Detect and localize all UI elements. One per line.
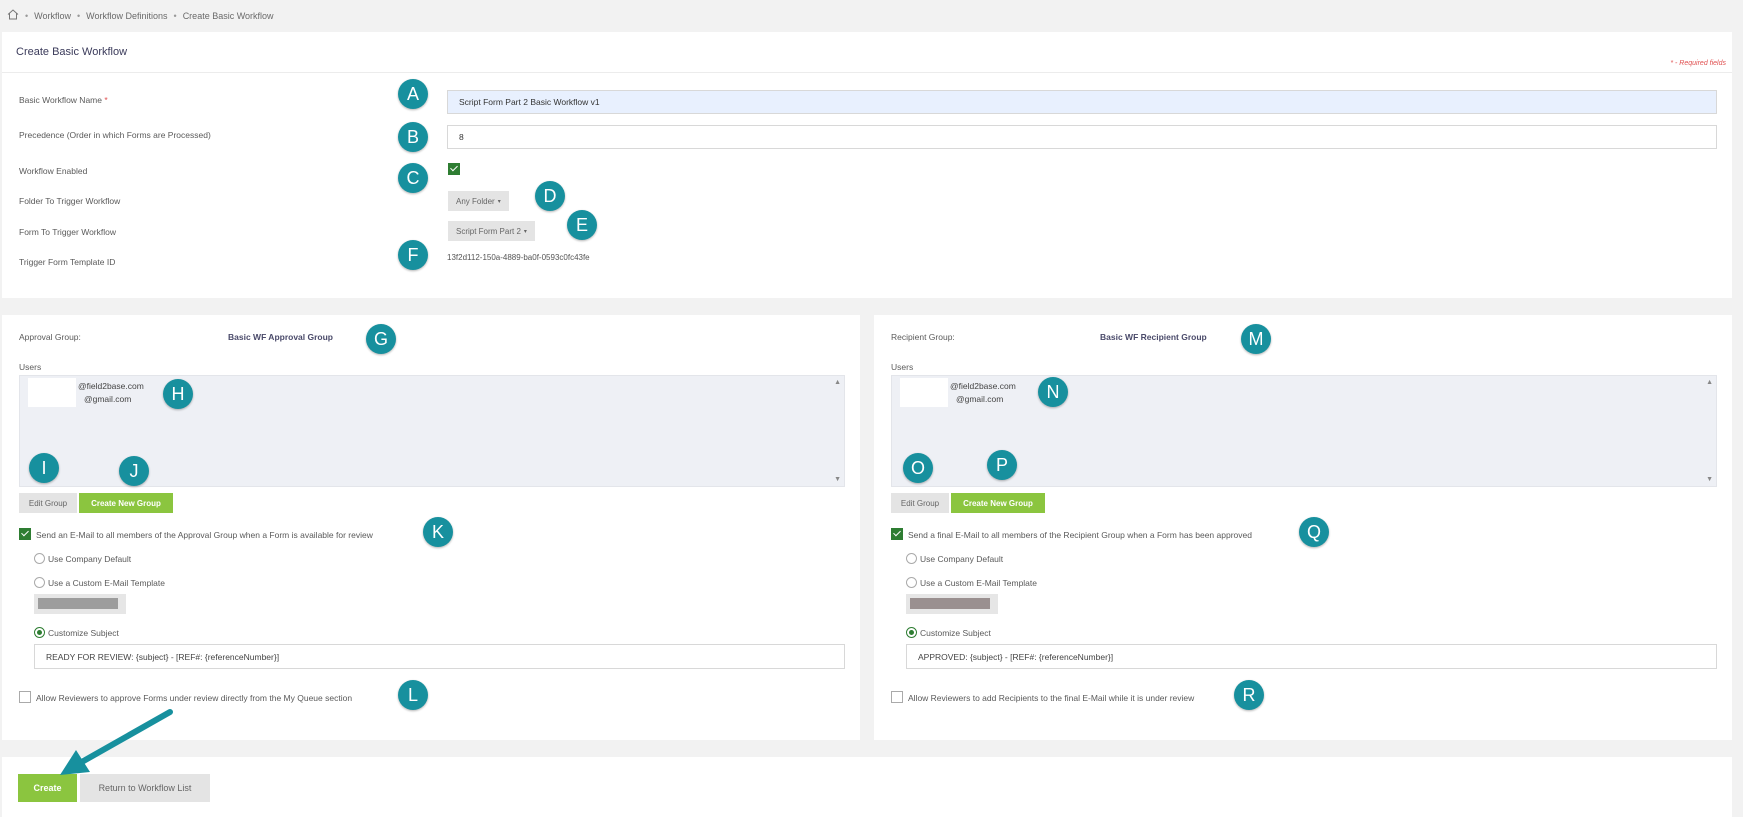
radio-company-default-label: Use Company Default <box>920 554 1004 564</box>
scroll-up-icon[interactable]: ▲ <box>834 379 841 386</box>
marker-d: D <box>535 181 565 211</box>
marker-m: M <box>1241 324 1271 354</box>
create-new-group-button[interactable]: Create New Group <box>79 493 173 513</box>
breadcrumb: • Workflow • Workflow Definitions • Crea… <box>7 9 274 22</box>
breadcrumb-current: Create Basic Workflow <box>182 10 274 21</box>
approval-email-label: Send an E-Mail to all members of the App… <box>36 530 373 540</box>
list-item[interactable]: @field2base.com <box>950 381 1016 391</box>
name-label: Basic Workflow Name * <box>19 95 108 105</box>
edit-group-button[interactable]: Edit Group <box>891 493 949 513</box>
radio-customize-subject[interactable] <box>34 627 45 638</box>
approval-email-checkbox[interactable] <box>19 528 31 540</box>
template-id: 13f2d112-150a-4889-ba0f-0593c0fc43fe <box>447 253 590 262</box>
template-select[interactable] <box>906 594 998 614</box>
precedence-label: Precedence (Order in which Forms are Pro… <box>19 130 211 140</box>
marker-i: I <box>29 453 59 483</box>
caret-down-icon: ▾ <box>497 198 501 205</box>
required-note: * - Required fields <box>1670 60 1726 67</box>
radio-custom-template-label: Use a Custom E-Mail Template <box>48 578 165 588</box>
radio-company-default[interactable] <box>906 553 917 564</box>
recipient-users-label: Users <box>891 362 914 372</box>
divider <box>2 72 1732 73</box>
marker-b: B <box>398 122 428 152</box>
list-item[interactable]: @field2base.com <box>78 381 144 391</box>
marker-p: P <box>987 450 1017 480</box>
approval-group-label: Approval Group: <box>19 332 81 342</box>
precedence-input[interactable]: 8 <box>447 125 1717 149</box>
workflow-details-panel: Create Basic Workflow * - Required field… <box>2 32 1732 298</box>
approval-subject-input[interactable]: READY FOR REVIEW: {subject} - [REF#: {re… <box>34 644 845 669</box>
list-item[interactable]: @gmail.com <box>956 394 1003 404</box>
marker-k: K <box>423 517 453 547</box>
scroll-down-icon[interactable]: ▼ <box>1706 476 1713 483</box>
enabled-label: Workflow Enabled <box>19 166 88 176</box>
edit-group-button[interactable]: Edit Group <box>19 493 77 513</box>
marker-q: Q <box>1299 517 1329 547</box>
create-new-group-button[interactable]: Create New Group <box>951 493 1045 513</box>
radio-custom-template-label: Use a Custom E-Mail Template <box>920 578 1037 588</box>
footer-panel: Create Return to Workflow List <box>2 757 1732 817</box>
radio-custom-template[interactable] <box>906 577 917 588</box>
scroll-up-icon[interactable]: ▲ <box>1706 379 1713 386</box>
radio-custom-template[interactable] <box>34 577 45 588</box>
marker-l: L <box>398 680 428 710</box>
radio-company-default[interactable] <box>34 553 45 564</box>
marker-a: A <box>398 79 428 109</box>
marker-e: E <box>567 210 597 240</box>
radio-company-default-label: Use Company Default <box>48 554 132 564</box>
recipient-allow-checkbox[interactable] <box>891 691 903 703</box>
approval-group-name: Basic WF Approval Group <box>228 332 334 342</box>
marker-o: O <box>903 453 933 483</box>
form-label: Form To Trigger Workflow <box>19 227 116 237</box>
breadcrumb-workflow-definitions[interactable]: Workflow Definitions <box>86 11 167 21</box>
marker-f: F <box>398 240 428 270</box>
redaction <box>38 598 118 609</box>
pointer-arrow-icon <box>60 709 173 775</box>
recipient-group-name: Basic WF Recipient Group <box>1100 332 1207 342</box>
marker-g: G <box>366 324 396 354</box>
recipient-subject-input[interactable]: APPROVED: {subject} - [REF#: {referenceN… <box>906 644 1717 669</box>
approval-allow-checkbox[interactable] <box>19 691 31 703</box>
folder-dropdown[interactable]: Any Folder ▾ <box>448 191 509 211</box>
recipient-group-label: Recipient Group: <box>891 332 955 342</box>
scroll-down-icon[interactable]: ▼ <box>834 476 841 483</box>
radio-customize-subject-label: Customize Subject <box>48 628 119 638</box>
folder-label: Folder To Trigger Workflow <box>19 196 121 206</box>
recipient-allow-label: Allow Reviewers to add Recipients to the… <box>908 693 1195 703</box>
marker-c: C <box>398 163 428 193</box>
recipient-email-label: Send a final E-Mail to all members of th… <box>908 530 1252 540</box>
home-icon[interactable] <box>7 9 19 22</box>
breadcrumb-workflow[interactable]: Workflow <box>34 11 71 21</box>
recipient-email-checkbox[interactable] <box>891 528 903 540</box>
template-select[interactable] <box>34 594 126 614</box>
workflow-name-input[interactable]: Script Form Part 2 Basic Workflow v1 <box>447 90 1717 114</box>
marker-r: R <box>1234 680 1264 710</box>
redaction <box>900 378 948 407</box>
workflow-enabled-checkbox[interactable] <box>448 163 460 175</box>
radio-customize-subject-label: Customize Subject <box>920 628 991 638</box>
radio-customize-subject[interactable] <box>906 627 917 638</box>
page-title: Create Basic Workflow <box>16 46 128 58</box>
caret-down-icon: ▾ <box>523 228 527 235</box>
redaction <box>28 378 76 407</box>
redaction <box>910 598 990 609</box>
marker-h: H <box>163 379 193 409</box>
approval-users-label: Users <box>19 362 42 372</box>
form-dropdown[interactable]: Script Form Part 2 ▾ <box>448 221 535 241</box>
marker-j: J <box>119 456 149 486</box>
list-item[interactable]: @gmail.com <box>84 394 131 404</box>
template-label: Trigger Form Template ID <box>19 257 116 267</box>
marker-n: N <box>1038 377 1068 407</box>
